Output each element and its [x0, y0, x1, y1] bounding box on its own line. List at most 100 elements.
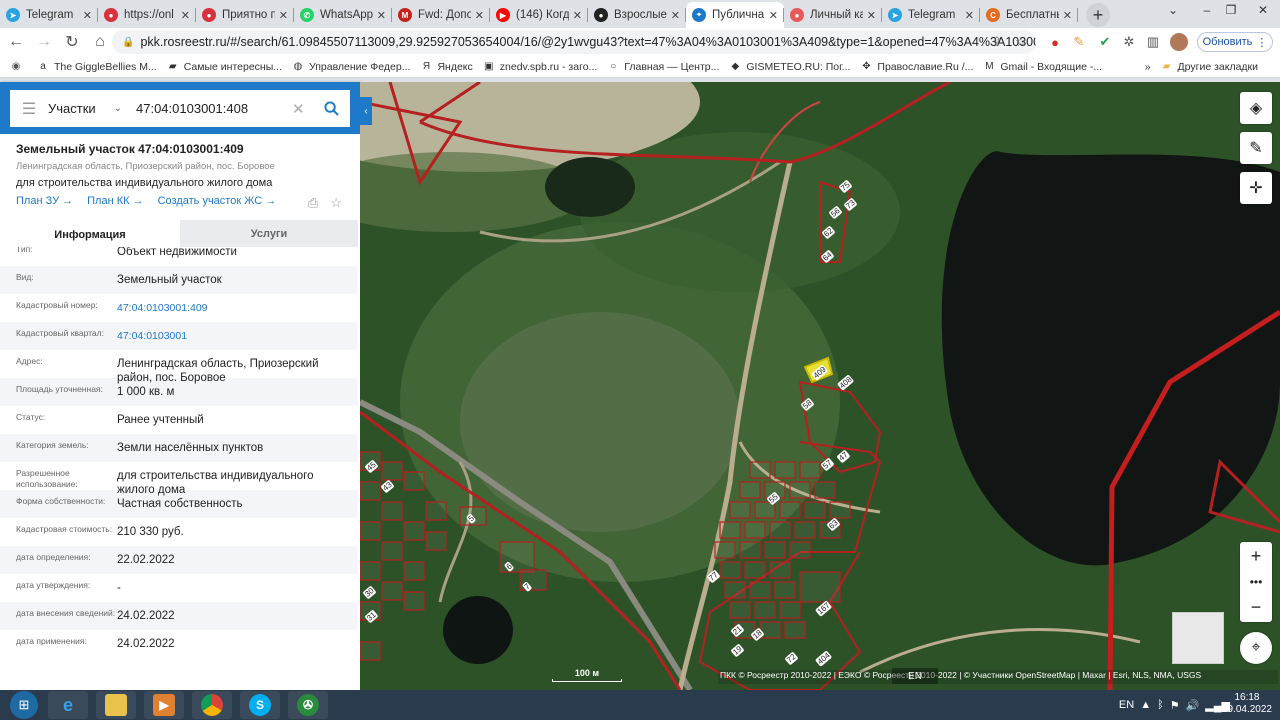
browser-tab[interactable]: ● Личный ка ✕ [784, 2, 882, 28]
restore-icon[interactable]: ❐ [1220, 0, 1242, 20]
avatar[interactable] [1170, 33, 1188, 51]
home-icon[interactable]: ⌂ [88, 30, 112, 54]
bookmark-item[interactable]: ○ Главная — Центр... [607, 61, 719, 73]
puzzle-icon[interactable]: ✲ [1120, 33, 1138, 51]
close-tab-icon[interactable]: ✕ [1063, 9, 1072, 22]
minimap[interactable] [1172, 612, 1224, 664]
update-label: Обновить [1202, 36, 1253, 48]
close-tab-icon[interactable]: ✕ [83, 9, 92, 22]
menu-icon[interactable]: ☰ [10, 99, 48, 119]
browser-tab[interactable]: ▶ (146) Когда ✕ [490, 2, 588, 28]
close-tab-icon[interactable]: ✕ [965, 9, 974, 22]
taskbar-explorer-icon[interactable] [96, 691, 136, 719]
browser-tab[interactable]: ● https://onl ✕ [98, 2, 196, 28]
apps-button[interactable]: ◉ [10, 61, 27, 73]
ruler-icon[interactable]: ✎ [1240, 132, 1272, 164]
detail-link[interactable]: 47:04:0103001 [117, 322, 358, 343]
sidepanel-icon[interactable]: ▥ [1144, 33, 1162, 51]
apps-icon: ◉ [11, 61, 21, 72]
other-bookmarks[interactable]: ▰ Другие закладки [1161, 61, 1258, 73]
zoom-in-icon[interactable]: + [1251, 546, 1262, 567]
start-button[interactable]: ⊞ [10, 691, 38, 719]
zoom-out-icon[interactable]: − [1251, 597, 1262, 618]
bookmark-item[interactable]: ◆ GISMETEO.RU: Пог... [729, 61, 851, 73]
browser-tab[interactable]: ● Взрослые ✕ [588, 2, 686, 28]
close-tab-icon[interactable]: ✕ [671, 9, 680, 22]
taskbar-media-icon[interactable]: ▶ [144, 691, 184, 719]
tab-services[interactable]: Услуги [180, 220, 358, 247]
back-icon[interactable]: ← [4, 30, 28, 54]
clear-search-icon[interactable]: ✕ [292, 100, 312, 118]
print-icon[interactable]: ⎙ [308, 195, 318, 211]
new-tab-button[interactable]: + [1086, 3, 1110, 27]
taskbar-skype-icon[interactable]: S [240, 691, 280, 719]
close-tab-icon[interactable]: ✕ [769, 9, 778, 22]
bookmark-star-icon[interactable]: ☆ [1012, 33, 1030, 51]
close-tab-icon[interactable]: ✕ [181, 9, 190, 22]
more-icon[interactable]: ••• [1250, 575, 1263, 589]
satellite-map[interactable]: 75 73 56 62 64 409 408 58 57 47 55 63 45 43 5 6 7 30 31 167… [360, 82, 1280, 690]
bookmark-item[interactable]: Я Яндекс [420, 61, 473, 73]
compass-icon[interactable]: ⌖ [1240, 632, 1272, 664]
collapse-sidebar-button[interactable]: ‹ [360, 97, 372, 125]
bookmark-item[interactable]: ▣ znedv.spb.ru - заго... [483, 60, 598, 73]
bookmark-item[interactable]: ✥ Православие.Ru /... [860, 61, 973, 73]
browser-tab[interactable]: ⌖ Публична ✕ [686, 2, 784, 28]
browser-tab[interactable]: M Fwd: Допо ✕ [392, 2, 490, 28]
tray-arrow-icon[interactable]: ▲ [1140, 699, 1151, 711]
bookmark-item[interactable]: M Gmail - Входящие -... [983, 61, 1102, 73]
share-icon[interactable]: ⇪ [988, 33, 1006, 51]
clock[interactable]: 16:18 29.04.2022 [1222, 692, 1272, 716]
locate-icon[interactable]: ✛ [1240, 172, 1272, 204]
tab-information[interactable]: Информация [0, 220, 180, 247]
close-tab-icon[interactable]: ✕ [377, 9, 386, 22]
browser-tab[interactable]: ● Приятно п ✕ [196, 2, 294, 28]
search-type-select[interactable]: Участки ⌄ [48, 101, 130, 116]
browser-tab[interactable]: ➤ Telegram ✕ [882, 2, 980, 28]
browser-tab[interactable]: C Бесплатны ✕ [980, 2, 1078, 28]
extension-check-icon[interactable]: ✔ [1096, 33, 1114, 51]
volume-icon[interactable]: 🔊 [1186, 699, 1200, 712]
browser-tab[interactable]: ✆ WhatsApp ✕ [294, 2, 392, 28]
minimize-icon[interactable]: – [1196, 0, 1218, 20]
address-input[interactable]: 🔒 pkk.rosreestr.ru/#/search/61.098455071… [112, 30, 1036, 54]
bookmark-item[interactable]: a The GiggleBellies M... [37, 61, 157, 73]
plan-kk-link[interactable]: План КК → [87, 195, 143, 207]
folder-icon: ▰ [1162, 61, 1171, 72]
map-language[interactable]: EN [892, 668, 938, 684]
taskbar-chrome-icon[interactable] [192, 691, 232, 719]
more-bookmarks-icon[interactable]: » [1145, 61, 1151, 73]
flag-icon[interactable]: ⚑ [1170, 699, 1180, 712]
extension-icon[interactable]: ✎ [1070, 33, 1088, 51]
close-tab-icon[interactable]: ✕ [867, 9, 876, 22]
bookmark-label: znedv.spb.ru - заго... [499, 60, 598, 73]
reload-icon[interactable]: ↻ [60, 30, 84, 54]
extension-icon[interactable]: ● [1046, 33, 1064, 51]
plan-zu-link[interactable]: План ЗУ → [16, 195, 73, 207]
update-button[interactable]: Обновить ⋮ [1197, 32, 1273, 52]
tab-search-icon[interactable]: ⌄ [1162, 0, 1184, 20]
taskbar-ie-icon[interactable]: e [48, 691, 88, 719]
detail-row: Адрес: Ленинградская область, Приозерский… [0, 350, 358, 384]
bookmark-item[interactable]: ◍ Управление Федер... [292, 61, 411, 73]
close-tab-icon[interactable]: ✕ [279, 9, 288, 22]
bookmark-item[interactable]: ▰ Самые интересны... [167, 61, 282, 73]
search-button[interactable] [312, 90, 350, 127]
close-tab-icon[interactable]: ✕ [573, 9, 582, 22]
detail-key: Кадастровый квартал: [16, 328, 104, 338]
taskbar-app-icon[interactable]: ✇ [288, 691, 328, 719]
close-window-icon[interactable]: ✕ [1252, 0, 1274, 20]
create-parcel-link[interactable]: Создать участок ЖС → [158, 195, 277, 207]
bluetooth-icon[interactable]: ᛒ [1157, 699, 1164, 711]
search-input[interactable]: 47:04:0103001:408 [130, 101, 292, 116]
tray-lang[interactable]: EN [1119, 699, 1134, 711]
favorite-star-icon[interactable]: ☆ [330, 195, 342, 211]
detail-link[interactable]: 47:04:0103001:409 [117, 294, 358, 315]
browser-tab[interactable]: ➤ Telegram ✕ [0, 2, 98, 28]
layers-icon[interactable]: ◈ [1240, 92, 1272, 124]
close-tab-icon[interactable]: ✕ [475, 9, 484, 22]
forward-icon[interactable]: → [32, 30, 56, 54]
zoom-controls: + ••• − [1240, 542, 1272, 622]
url-text: pkk.rosreestr.ru/#/search/61.09845507113… [140, 35, 1036, 49]
tab-label: WhatsApp [320, 9, 373, 21]
